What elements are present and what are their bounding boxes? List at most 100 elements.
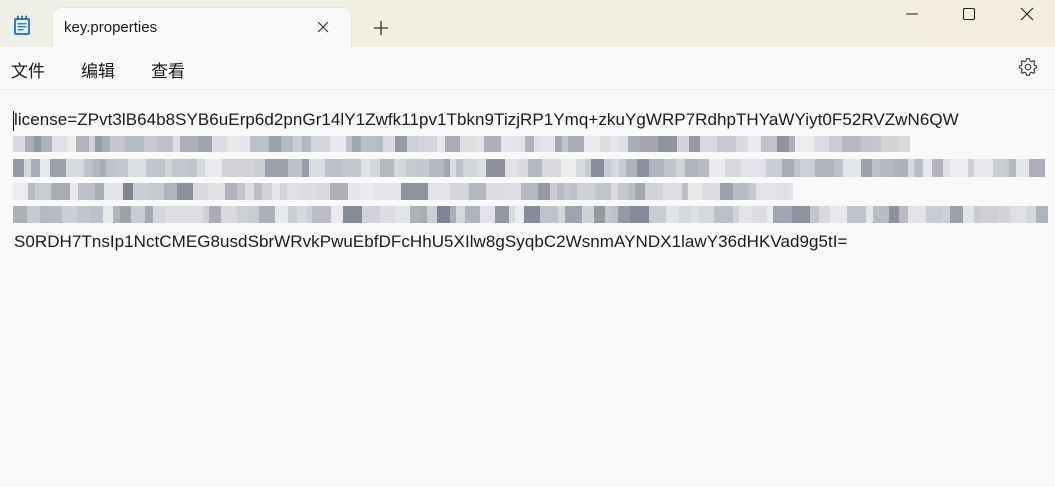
mosaic-block: [889, 206, 899, 223]
mosaic-block: [40, 206, 47, 223]
mosaic-block: [31, 159, 40, 177]
mosaic-block: [899, 206, 908, 223]
mosaic-block: [914, 159, 923, 177]
mosaic-block: [420, 206, 427, 223]
mosaic-block: [395, 136, 407, 152]
close-icon[interactable]: [315, 19, 331, 35]
mosaic-block: [84, 159, 93, 177]
mosaic-block: [361, 136, 377, 152]
gear-icon[interactable]: [1018, 57, 1038, 77]
mosaic-block: [736, 136, 748, 152]
mosaic-block: [748, 136, 761, 152]
mosaic-block: [757, 159, 766, 177]
mosaic-block: [360, 183, 374, 200]
mosaic-block: [550, 183, 557, 200]
mosaic-block: [77, 206, 90, 223]
mosaic-block: [330, 136, 346, 152]
mosaic-block: [343, 206, 362, 223]
redacted-line-1: [13, 136, 910, 152]
mosaic-block: [227, 136, 239, 152]
mosaic-block: [208, 183, 225, 200]
mosaic-block: [34, 136, 41, 152]
mosaic-block: [113, 206, 120, 223]
mosaic-block: [51, 183, 70, 200]
mosaic-block: [649, 159, 664, 177]
mosaic-block: [943, 159, 950, 177]
mosaic-block: [594, 206, 605, 223]
mosaic-block: [272, 159, 288, 177]
mosaic-block: [70, 183, 78, 200]
mosaic-block: [407, 136, 419, 152]
mosaic-block: [558, 206, 565, 223]
mosaic-block: [501, 136, 513, 152]
mosaic-block: [604, 159, 611, 177]
mosaic-block: [40, 159, 50, 177]
menu-file[interactable]: 文件: [11, 57, 45, 82]
mosaic-block: [664, 159, 676, 177]
menu-view[interactable]: 查看: [151, 57, 185, 82]
mosaic-block: [761, 136, 777, 152]
mosaic-block: [676, 159, 685, 177]
mosaic-block: [584, 136, 600, 152]
mosaic-block: [739, 206, 752, 223]
mosaic-block: [998, 206, 1010, 223]
mosaic-block: [165, 159, 172, 177]
mosaic-block: [427, 206, 437, 223]
mosaic-block: [790, 183, 793, 200]
mosaic-block: [810, 206, 819, 223]
mosaic-block: [157, 136, 173, 152]
mosaic-block: [302, 136, 311, 152]
mosaic-block: [872, 159, 880, 177]
mosaic-block: [534, 136, 541, 152]
mosaic-block: [450, 183, 469, 200]
mosaic-block: [689, 136, 700, 152]
menu-edit[interactable]: 编辑: [81, 57, 115, 82]
mosaic-block: [658, 136, 665, 152]
mosaic-block: [275, 206, 288, 223]
mosaic-block: [800, 159, 815, 177]
mosaic-block: [611, 183, 618, 200]
mosaic-block: [374, 183, 391, 200]
text-editor[interactable]: license=ZPvt3lB64b8SYB6uErp6d2pnGr14lY1Z…: [0, 90, 1055, 487]
mosaic-block: [649, 206, 666, 223]
plus-icon[interactable]: [372, 19, 390, 37]
mosaic-block: [104, 183, 123, 200]
mosaic-block: [861, 159, 872, 177]
mosaic-block: [153, 206, 165, 223]
mosaic-block: [417, 183, 428, 200]
mosaic-block: [437, 206, 450, 223]
mosaic-block: [348, 183, 360, 200]
mosaic-block: [1009, 159, 1016, 177]
mosaic-block: [950, 159, 968, 177]
mosaic-block: [814, 136, 829, 152]
mosaic-block: [484, 136, 501, 152]
mosaic-block: [932, 159, 943, 177]
mosaic-block: [317, 183, 330, 200]
minimize-button[interactable]: [883, 0, 941, 32]
mosaic-block: [128, 159, 146, 177]
mosaic-block: [756, 183, 775, 200]
maximize-button[interactable]: [940, 0, 998, 32]
mosaic-block: [362, 206, 380, 223]
title-bar[interactable]: key.properties: [0, 0, 1055, 47]
redacted-line-3: [13, 183, 793, 200]
mosaic-block: [666, 206, 679, 223]
mosaic-block: [923, 159, 932, 177]
mosaic-block: [775, 183, 790, 200]
mosaic-block: [515, 206, 524, 223]
mosaic-block: [209, 206, 221, 223]
mosaic-block: [908, 206, 926, 223]
mosaic-block: [331, 206, 343, 223]
close-window-button[interactable]: [998, 0, 1055, 32]
tab-key-properties[interactable]: key.properties: [53, 8, 351, 47]
mosaic-block: [504, 183, 521, 200]
mosaic-block: [635, 183, 645, 200]
mosaic-block: [311, 136, 330, 152]
mosaic-block: [873, 206, 889, 223]
mosaic-block: [197, 159, 205, 177]
mosaic-block: [1016, 159, 1029, 177]
notepad-icon: [14, 15, 30, 35]
mosaic-block: [330, 183, 348, 200]
mosaic-block: [663, 183, 682, 200]
mosaic-block: [25, 136, 34, 152]
